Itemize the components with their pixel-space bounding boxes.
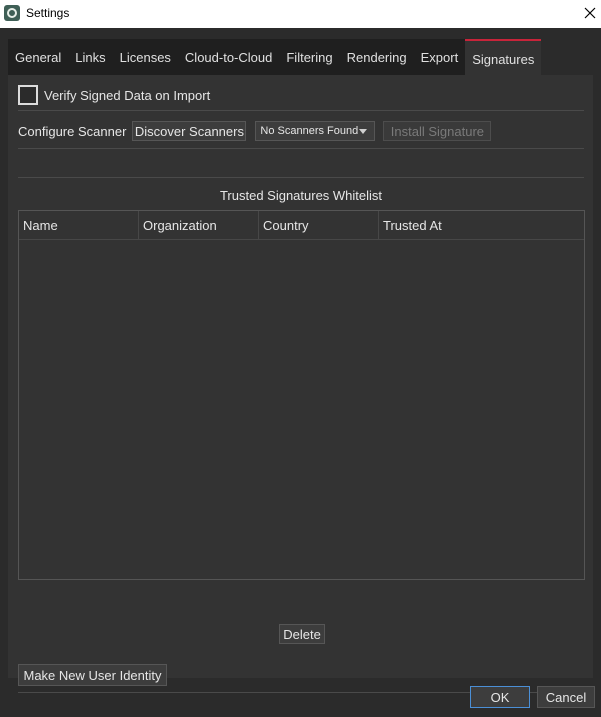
chevron-down-icon	[359, 128, 368, 134]
tab-cloud-to-cloud[interactable]: Cloud-to-Cloud	[177, 39, 280, 75]
configure-scanner-label: Configure Scanner	[18, 123, 127, 139]
install-signature-button[interactable]: Install Signature	[383, 121, 492, 141]
tab-licenses[interactable]: Licenses	[112, 39, 178, 75]
tab-rendering[interactable]: Rendering	[339, 39, 414, 75]
verify-signed-data-option[interactable]: Verify Signed Data on Import	[18, 85, 210, 105]
ok-button[interactable]: OK	[470, 686, 530, 708]
column-header-name[interactable]: Name	[19, 211, 139, 240]
tab-signatures[interactable]: Signatures	[465, 39, 542, 76]
tab-bar: General Links Licenses Cloud-to-Cloud Fi…	[8, 39, 542, 76]
window-title: Settings	[26, 6, 70, 20]
column-header-country[interactable]: Country	[259, 211, 379, 240]
verify-signed-data-label: Verify Signed Data on Import	[44, 87, 211, 103]
title-bar: Settings	[0, 0, 601, 28]
cancel-button[interactable]: Cancel	[537, 686, 595, 708]
divider	[18, 177, 584, 178]
close-icon	[584, 7, 596, 19]
delete-button[interactable]: Delete	[279, 624, 325, 644]
verify-signed-data-checkbox[interactable]	[18, 85, 38, 105]
column-header-trusted-at[interactable]: Trusted At	[379, 211, 584, 240]
discover-scanners-button[interactable]: Discover Scanners	[132, 121, 247, 141]
table-header: Name Organization Country Trusted At	[19, 211, 584, 240]
dialog-footer: OK Cancel	[0, 683, 601, 717]
divider	[18, 148, 584, 149]
scanner-select[interactable]: No Scanners Found	[255, 121, 376, 141]
signatures-panel: Verify Signed Data on Import Configure S…	[8, 75, 593, 693]
whitelist-title: Trusted Signatures Whitelist	[219, 188, 383, 203]
scanner-row: Configure Scanner Discover Scanners No S…	[18, 121, 492, 141]
tab-filtering[interactable]: Filtering	[279, 39, 340, 75]
column-header-organization[interactable]: Organization	[139, 211, 259, 240]
tab-general[interactable]: General	[8, 39, 69, 75]
close-button[interactable]	[579, 0, 601, 26]
tab-links[interactable]: Links	[68, 39, 113, 75]
tab-export[interactable]: Export	[413, 39, 466, 75]
divider	[18, 110, 584, 111]
settings-dialog: General Links Licenses Cloud-to-Cloud Fi…	[0, 28, 601, 717]
app-icon	[4, 5, 20, 21]
table-body[interactable]	[19, 240, 584, 579]
scanner-select-value: No Scanners Found	[260, 125, 359, 137]
whitelist-table[interactable]: Name Organization Country Trusted At	[18, 210, 585, 580]
